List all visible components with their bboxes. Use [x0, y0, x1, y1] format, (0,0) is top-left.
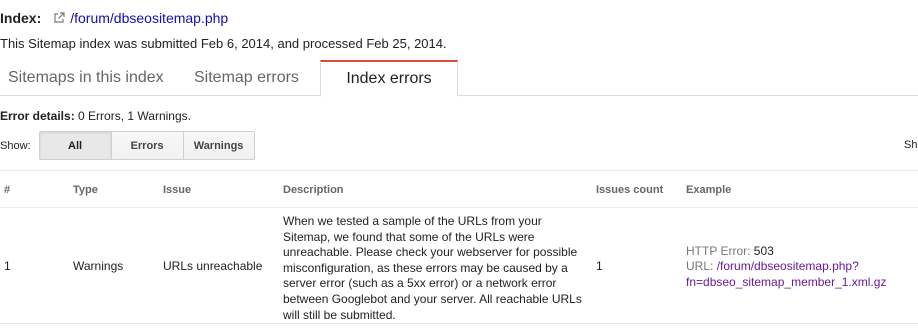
filter-warnings-button[interactable]: Warnings — [182, 131, 255, 160]
index-link[interactable]: /forum/dbseositemap.php — [70, 10, 228, 26]
error-details-summary: 0 Errors, 1 Warnings. — [78, 109, 191, 123]
filter-row: Show: All Errors Warnings — [0, 131, 255, 160]
error-details-label: Error details: — [0, 109, 75, 123]
header-number[interactable]: # — [4, 184, 10, 196]
example-error-label: HTTP Error: — [686, 244, 751, 258]
filter-all-button[interactable]: All — [38, 131, 112, 160]
row-description: When we tested a sample of the URLs from… — [283, 214, 582, 322]
example-url-block: URL: /forum/dbseositemap.php?fn=dbseo_si… — [686, 259, 916, 290]
row-issues-count: 1 — [596, 259, 603, 273]
tab-bar: Sitemaps in this index Sitemap errors In… — [0, 60, 918, 97]
header-issue[interactable]: Issue — [163, 184, 191, 196]
filter-errors-button[interactable]: Errors — [110, 131, 184, 160]
row-type: Warnings — [73, 259, 124, 273]
error-details: Error details: 0 Errors, 1 Warnings. — [0, 109, 191, 123]
example-http-error: HTTP Error: 503 — [686, 244, 916, 259]
table-row: 1 Warnings URLs unreachable When we test… — [0, 208, 918, 324]
tab-sitemap-errors[interactable]: Sitemap errors — [194, 60, 299, 96]
table-header: # Type Issue Description Issues count Ex… — [0, 170, 918, 208]
show-label-cut: Sh — [904, 139, 918, 151]
tab-sitemaps-in-index[interactable]: Sitemaps in this index — [8, 60, 164, 96]
submitted-status: This Sitemap index was submitted Feb 6, … — [0, 36, 447, 51]
filter-segmented-control: All Errors Warnings — [38, 131, 255, 160]
header-type[interactable]: Type — [73, 184, 98, 196]
row-example: HTTP Error: 503 URL: /forum/dbseositemap… — [686, 244, 916, 290]
external-link-icon[interactable] — [53, 12, 65, 24]
row-issue: URLs unreachable — [163, 259, 263, 273]
example-url-label: URL: — [686, 259, 714, 274]
tab-index-errors[interactable]: Index errors — [320, 60, 458, 97]
row-number: 1 — [4, 259, 11, 273]
header-description[interactable]: Description — [283, 184, 344, 196]
header-example[interactable]: Example — [686, 184, 731, 196]
example-error-value: 503 — [753, 244, 774, 258]
index-label: Index: — [0, 10, 42, 26]
errors-table: # Type Issue Description Issues count Ex… — [0, 170, 918, 324]
header-issues-count[interactable]: Issues count — [596, 184, 663, 196]
example-url-link[interactable]: /forum/dbseositemap.php?fn=dbseo_sitemap… — [686, 259, 886, 288]
show-label: Show: — [0, 139, 31, 152]
index-line: Index: /forum/dbseositemap.php — [0, 10, 228, 26]
